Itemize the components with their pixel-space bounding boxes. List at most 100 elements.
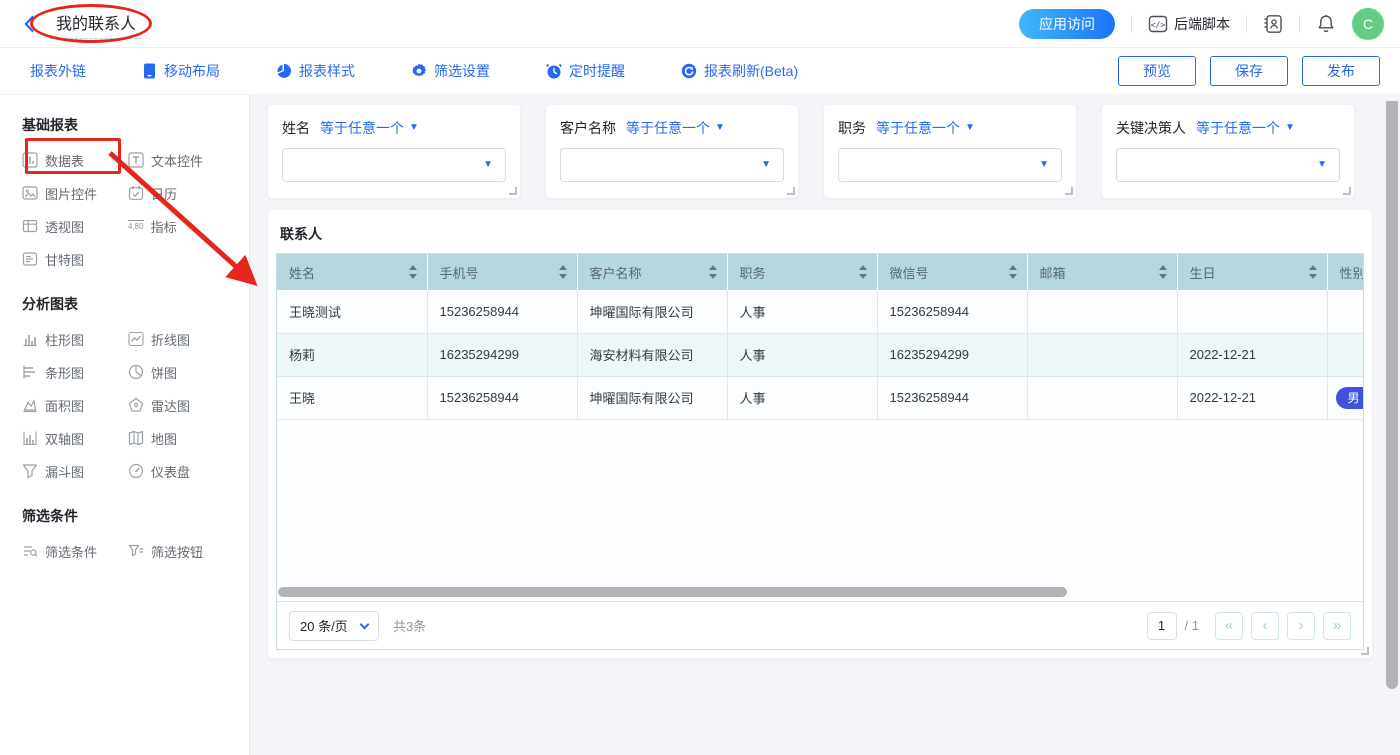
- alarm-icon: [546, 63, 562, 79]
- column-header-name[interactable]: 姓名: [277, 254, 427, 290]
- caret-down-icon: ▼: [1317, 160, 1327, 170]
- vertical-scrollbar[interactable]: [1386, 101, 1398, 689]
- radar-chart-icon: [128, 397, 144, 413]
- line-chart-icon: [128, 331, 144, 347]
- filter-widget-position[interactable]: 职务 等于任意一个 ▼ ▼: [824, 105, 1076, 198]
- toolbar-item-report-style[interactable]: 报表样式: [276, 61, 355, 81]
- filter-widget-name[interactable]: 姓名 等于任意一个 ▼ ▼: [268, 105, 520, 198]
- toolbar-item-mobile-layout[interactable]: 移动布局: [142, 61, 220, 81]
- filter-value-select[interactable]: ▼: [560, 148, 784, 182]
- table-row[interactable]: 杨莉 16235294299 海安材料有限公司 人事 16235294299 2…: [277, 333, 1363, 376]
- last-page-button[interactable]: »: [1323, 612, 1351, 640]
- total-count: 共3条: [393, 616, 426, 635]
- column-header-gender[interactable]: 性别: [1327, 254, 1363, 290]
- sidebar-item-column-chart[interactable]: 柱形图: [22, 330, 128, 348]
- page-title[interactable]: 我的联系人: [50, 8, 142, 39]
- notification-bell-icon[interactable]: [1316, 14, 1336, 34]
- sidebar-item-pie-chart[interactable]: 饼图: [128, 363, 234, 381]
- contacts-table: 姓名 手机号 客户名称 职务 微信号 邮箱 生日 性别: [277, 254, 1363, 420]
- sidebar-item-image-widget[interactable]: 图片控件: [22, 184, 128, 202]
- toolbar-item-timed-reminder[interactable]: 定时提醒: [546, 61, 625, 81]
- sidebar-item-pivot[interactable]: 透视图: [22, 217, 128, 235]
- filter-operator-dropdown[interactable]: 等于任意一个 ▼: [1196, 118, 1295, 138]
- sidebar-item-map[interactable]: 地图: [128, 429, 234, 447]
- code-icon: </>: [1148, 14, 1168, 34]
- caret-down-icon: ▼: [483, 160, 493, 170]
- user-avatar[interactable]: C: [1352, 8, 1384, 40]
- sort-icon[interactable]: [1159, 264, 1167, 280]
- filter-operator-dropdown[interactable]: 等于任意一个 ▼: [626, 118, 725, 138]
- sidebar-item-line-chart[interactable]: 折线图: [128, 330, 234, 348]
- first-page-button[interactable]: «: [1215, 612, 1243, 640]
- refresh-icon: [681, 63, 697, 79]
- filter-value-select[interactable]: ▼: [282, 148, 506, 182]
- column-header-wechat[interactable]: 微信号: [877, 254, 1027, 290]
- app-access-button[interactable]: 应用访问: [1019, 9, 1115, 39]
- resize-handle[interactable]: [787, 187, 795, 195]
- toolbar-item-external-link[interactable]: 报表外链: [30, 61, 86, 81]
- table-row[interactable]: 王晓测试 15236258944 坤曜国际有限公司 人事 15236258944: [277, 290, 1363, 333]
- gantt-icon: [22, 251, 38, 267]
- back-icon[interactable]: [20, 14, 40, 34]
- sidebar-item-dual-axis-chart[interactable]: 双轴图: [22, 429, 128, 447]
- report-canvas: 姓名 等于任意一个 ▼ ▼ 客户名称 等于任意一个 ▼: [250, 95, 1400, 755]
- bar-chart-icon: [22, 364, 38, 380]
- column-header-mobile[interactable]: 手机号: [427, 254, 577, 290]
- resize-handle[interactable]: [1361, 647, 1369, 655]
- filter-widget-key-decision-maker[interactable]: 关键决策人 等于任意一个 ▼ ▼: [1102, 105, 1354, 198]
- filter-value-select[interactable]: ▼: [838, 148, 1062, 182]
- column-header-email[interactable]: 邮箱: [1027, 254, 1177, 290]
- page-size-select[interactable]: 20 条/页: [289, 611, 379, 641]
- sort-icon[interactable]: [1309, 264, 1317, 280]
- sidebar-item-gauge[interactable]: 仪表盘: [128, 462, 234, 480]
- sidebar-item-radar-chart[interactable]: 雷达图: [128, 396, 234, 414]
- publish-button[interactable]: 发布: [1302, 56, 1380, 86]
- prev-page-icon: ‹: [1263, 618, 1268, 633]
- table-row[interactable]: 王晓 15236258944 坤曜国际有限公司 人事 15236258944 2…: [277, 376, 1363, 419]
- horizontal-scrollbar[interactable]: [278, 587, 1067, 597]
- prev-page-button[interactable]: ‹: [1251, 612, 1279, 640]
- caret-down-icon: ▼: [1039, 160, 1049, 170]
- resize-handle[interactable]: [509, 187, 517, 195]
- toolbar-item-report-refresh[interactable]: 报表刷新(Beta): [681, 61, 798, 81]
- sort-icon[interactable]: [1009, 264, 1017, 280]
- filter-widget-customer-name[interactable]: 客户名称 等于任意一个 ▼ ▼: [546, 105, 798, 198]
- sort-icon[interactable]: [559, 264, 567, 280]
- resize-handle[interactable]: [1343, 187, 1351, 195]
- column-header-birthday[interactable]: 生日: [1177, 254, 1327, 290]
- chevron-down-icon: [360, 619, 370, 629]
- sidebar-item-funnel-chart[interactable]: 漏斗图: [22, 462, 128, 480]
- filter-button-icon: [128, 543, 144, 559]
- save-button[interactable]: 保存: [1210, 56, 1288, 86]
- pie-chart-icon: [128, 364, 144, 380]
- sidebar-item-filter-button[interactable]: 筛选按钮: [128, 542, 234, 560]
- contacts-book-icon[interactable]: [1263, 14, 1283, 34]
- sidebar-item-metric[interactable]: 4,80 指标: [128, 217, 234, 235]
- sidebar-item-area-chart[interactable]: 面积图: [22, 396, 128, 414]
- column-header-position[interactable]: 职务: [727, 254, 877, 290]
- filter-operator-dropdown[interactable]: 等于任意一个 ▼: [876, 118, 975, 138]
- column-header-customer[interactable]: 客户名称: [577, 254, 727, 290]
- caret-down-icon: ▼: [409, 123, 419, 133]
- backend-script-button[interactable]: </> 后端脚本: [1148, 14, 1230, 34]
- sidebar-item-gantt[interactable]: 甘特图: [22, 250, 128, 268]
- sort-icon[interactable]: [409, 264, 417, 280]
- filter-operator-dropdown[interactable]: 等于任意一个 ▼: [320, 118, 419, 138]
- preview-button[interactable]: 预览: [1118, 56, 1196, 86]
- sidebar-item-calendar[interactable]: 日历: [128, 184, 234, 202]
- toolbar-item-filter-settings[interactable]: 筛选设置: [411, 61, 490, 81]
- sidebar-item-data-table[interactable]: 数据表: [22, 151, 128, 169]
- table-empty-area: [277, 420, 1363, 602]
- sort-icon[interactable]: [709, 264, 717, 280]
- next-page-button[interactable]: ›: [1287, 612, 1315, 640]
- sidebar-item-filter-condition[interactable]: 筛选条件: [22, 542, 128, 560]
- data-table-widget[interactable]: 联系人 姓名 手机号 客户名称 职务 微信号 邮箱: [268, 210, 1372, 658]
- caret-down-icon: ▼: [965, 123, 975, 133]
- funnel-chart-icon: [22, 463, 38, 479]
- sort-icon[interactable]: [859, 264, 867, 280]
- sidebar-item-text-widget[interactable]: 文本控件: [128, 151, 234, 169]
- resize-handle[interactable]: [1065, 187, 1073, 195]
- sidebar-item-bar-chart[interactable]: 条形图: [22, 363, 128, 381]
- page-number-input[interactable]: [1147, 612, 1177, 640]
- filter-value-select[interactable]: ▼: [1116, 148, 1340, 182]
